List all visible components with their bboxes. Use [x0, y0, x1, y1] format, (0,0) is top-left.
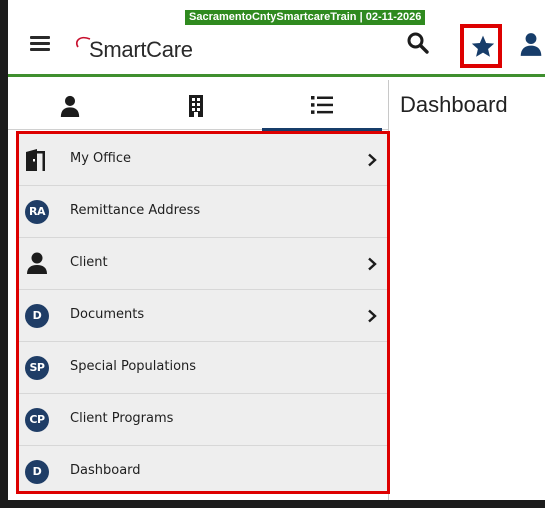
environment-banner: SacramentoCntySmartcareTrain | 02-11-202… — [185, 10, 426, 25]
menu-item-documents[interactable]: D Documents — [19, 290, 387, 342]
menu-item-client-programs[interactable]: CP Client Programs — [19, 394, 387, 446]
page-title: Dashboard — [400, 92, 508, 117]
menu-item-label: My Office — [70, 151, 131, 166]
badge-icon: CP — [25, 408, 49, 432]
menu-item-my-office[interactable]: My Office — [19, 134, 387, 186]
menu-item-special-populations[interactable]: SP Special Populations — [19, 342, 387, 394]
tab-organization[interactable] — [134, 80, 258, 130]
menu-item-label: Dashboard — [70, 463, 141, 478]
person-icon — [27, 252, 47, 274]
badge-icon: D — [25, 460, 49, 484]
menu-item-client[interactable]: Client — [19, 238, 387, 290]
menu-item-label: Documents — [70, 307, 145, 322]
search-icon[interactable] — [406, 31, 430, 57]
logo-text: SmartCare — [89, 37, 193, 62]
favorites-menu: My Office RA Remittance Address Client D… — [16, 131, 390, 494]
badge-icon: SP — [25, 356, 49, 380]
menu-item-label: Special Populations — [70, 359, 197, 374]
menu-icon[interactable] — [30, 36, 50, 52]
door-icon — [26, 149, 45, 171]
chevron-right-icon — [368, 153, 377, 167]
window-frame-left — [0, 0, 8, 508]
menu-item-label: Client — [70, 255, 108, 270]
building-icon — [189, 95, 203, 117]
tab-favorites-list[interactable] — [260, 80, 384, 131]
menu-item-dashboard[interactable]: D Dashboard — [19, 446, 387, 491]
badge-icon: D — [25, 304, 49, 328]
sidebar-tab-bar — [8, 80, 388, 131]
person-icon — [60, 95, 80, 117]
menu-item-label: Client Programs — [70, 411, 174, 426]
user-icon[interactable] — [518, 31, 545, 59]
badge-icon: RA — [25, 200, 49, 224]
chevron-right-icon — [368, 309, 377, 323]
chevron-right-icon — [368, 257, 377, 271]
star-icon — [471, 35, 495, 57]
menu-item-remittance-address[interactable]: RA Remittance Address — [19, 186, 387, 238]
list-icon — [311, 96, 333, 114]
tab-client[interactable] — [8, 80, 132, 130]
favorites-star-button[interactable] — [460, 24, 502, 68]
window-frame-bottom — [0, 500, 545, 508]
menu-item-label: Remittance Address — [70, 203, 201, 218]
top-header: SacramentoCntySmartcareTrain | 02-11-202… — [8, 0, 545, 77]
